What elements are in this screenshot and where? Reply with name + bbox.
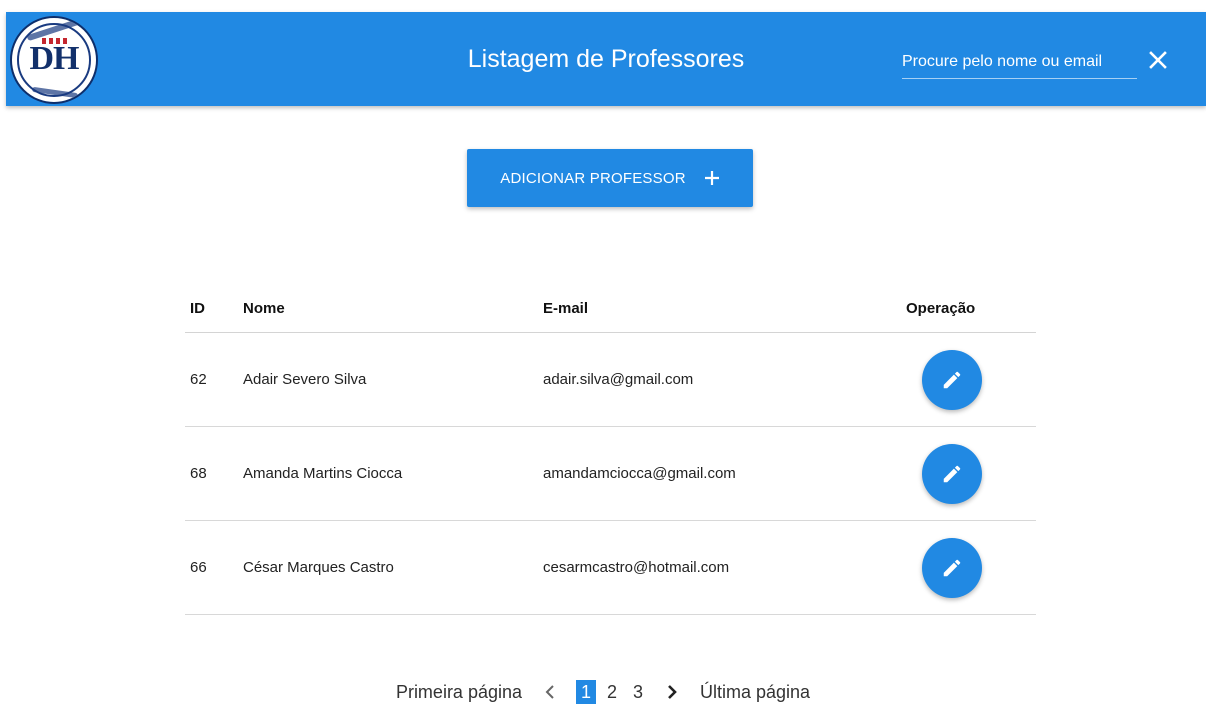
pencil-icon — [943, 559, 961, 576]
cell-email: amandamciocca@gmail.com — [543, 426, 906, 521]
edit-button[interactable] — [922, 537, 982, 598]
column-header-email: E-mail — [543, 285, 906, 333]
table-header-row: ID Nome E-mail Operação — [185, 285, 1036, 333]
edit-button[interactable] — [922, 349, 982, 410]
column-header-id: ID — [185, 285, 243, 333]
professors-table: ID Nome E-mail Operação 62 Adair Severo … — [185, 285, 1036, 615]
page-2[interactable]: 2 — [602, 682, 622, 703]
add-professor-button[interactable]: ADICIONAR PROFESSOR — [467, 149, 753, 207]
plus-icon — [704, 170, 720, 186]
cell-id: 66 — [185, 520, 243, 615]
cell-operacao — [906, 426, 1036, 521]
cell-operacao — [906, 332, 1036, 427]
table-row: 66 César Marques Castro cesarmcastro@hot… — [185, 520, 1036, 615]
close-icon[interactable] — [1146, 48, 1170, 72]
add-professor-label: ADICIONAR PROFESSOR — [500, 169, 686, 187]
cell-id: 62 — [185, 332, 243, 427]
cell-nome: Adair Severo Silva — [243, 332, 543, 427]
column-header-operacao: Operação — [906, 285, 1036, 333]
chevron-right-icon[interactable] — [662, 682, 682, 702]
edit-button[interactable] — [922, 443, 982, 504]
cell-nome: César Marques Castro — [243, 520, 543, 615]
cell-operacao — [906, 520, 1036, 615]
cell-id: 68 — [185, 426, 243, 521]
first-page-link[interactable]: Primeira página — [396, 682, 522, 703]
page-3[interactable]: 3 — [628, 682, 648, 703]
pencil-icon — [943, 465, 961, 482]
cell-email: cesarmcastro@hotmail.com — [543, 520, 906, 615]
cell-nome: Amanda Martins Ciocca — [243, 426, 543, 521]
search-input[interactable] — [902, 46, 1137, 79]
chevron-left-icon[interactable] — [540, 682, 560, 702]
table-row: 62 Adair Severo Silva adair.silva@gmail.… — [185, 332, 1036, 427]
pagination: Primeira página 1 2 3 Última página — [0, 678, 1206, 706]
last-page-link[interactable]: Última página — [700, 682, 810, 703]
column-header-nome: Nome — [243, 285, 543, 333]
top-app-bar: DH Listagem de Professores — [6, 12, 1206, 106]
pencil-icon — [943, 371, 961, 388]
table-row: 68 Amanda Martins Ciocca amandamciocca@g… — [185, 426, 1036, 521]
page-1[interactable]: 1 — [576, 680, 596, 704]
school-logo: DH — [10, 16, 98, 104]
cell-email: adair.silva@gmail.com — [543, 332, 906, 427]
